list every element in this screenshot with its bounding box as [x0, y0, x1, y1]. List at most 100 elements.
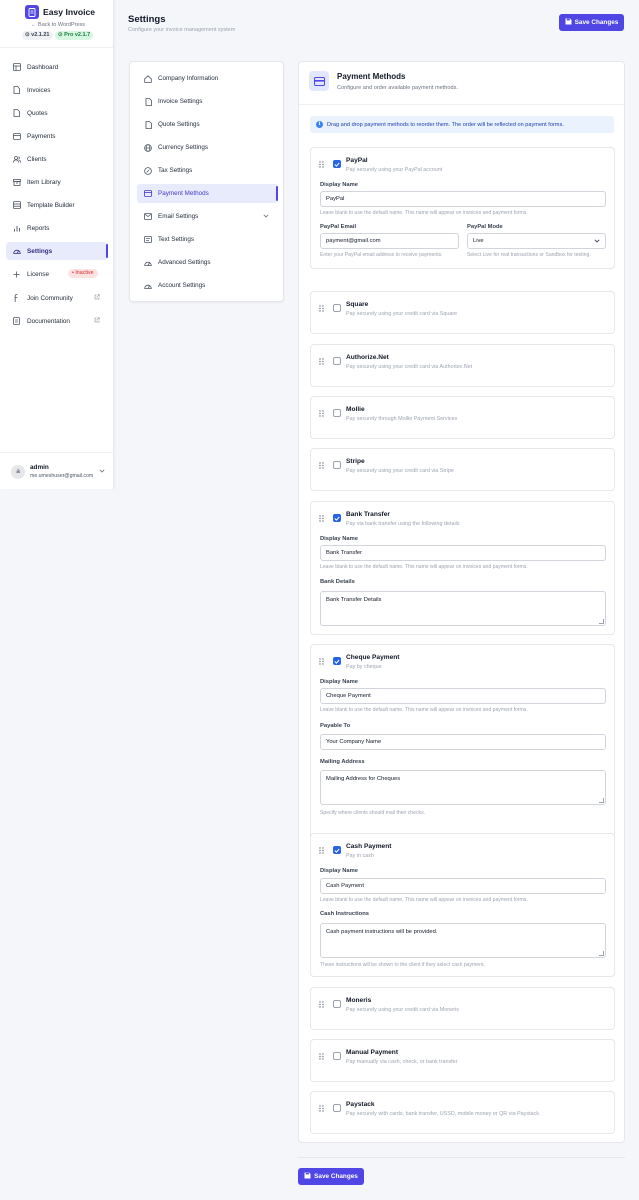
- paypal-email-input[interactable]: payment@gmail.com: [320, 233, 459, 249]
- enable-checkbox[interactable]: [333, 461, 341, 469]
- sidebar-item-label: Clients: [27, 155, 47, 163]
- user-menu[interactable]: a admin me.umeshuser@gmail.com: [0, 452, 114, 488]
- back-to-wordpress-link[interactable]: ← Back to WordPress: [31, 22, 85, 28]
- enable-checkbox[interactable]: [333, 409, 341, 417]
- enable-checkbox[interactable]: [333, 357, 341, 365]
- sidebar-item-dashboard[interactable]: Dashboard: [6, 58, 108, 76]
- sidebar-item-label: Join Community: [27, 294, 73, 302]
- drag-handle-icon[interactable]: [319, 161, 324, 170]
- payable-to-input[interactable]: Your Company Name: [320, 734, 606, 750]
- menu-item-payment-methods[interactable]: Payment Methods: [137, 184, 278, 203]
- sidebar-item-reports[interactable]: Reports: [6, 219, 108, 237]
- menu-item-quote-settings[interactable]: Quote Settings: [137, 115, 278, 134]
- enable-checkbox[interactable]: [333, 514, 341, 522]
- bank-details-textarea[interactable]: Bank Transfer Details: [320, 591, 606, 626]
- display-name-label: Display Name: [320, 182, 359, 188]
- pro-version-text: Pro v2.1.7: [64, 32, 91, 38]
- sidebar-item-settings[interactable]: Settings: [6, 242, 108, 260]
- save-changes-button[interactable]: Save Changes: [559, 14, 624, 31]
- dashboard-icon: [12, 63, 21, 72]
- cash-instructions-textarea[interactable]: Cash payment instructions will be provid…: [320, 923, 606, 958]
- menu-item-tax-settings[interactable]: Tax Settings: [137, 161, 278, 180]
- save-icon: [565, 18, 572, 27]
- menu-item-label: Advanced Settings: [158, 259, 211, 266]
- display-name-input[interactable]: Bank Transfer: [320, 545, 606, 561]
- menu-item-text-settings[interactable]: Text Settings: [137, 230, 278, 249]
- drag-handle-icon[interactable]: [319, 1105, 324, 1114]
- display-name-label: Display Name: [320, 536, 359, 542]
- sidebar-item-documentation[interactable]: Documentation: [6, 312, 108, 330]
- sidebar-item-clients[interactable]: Clients: [6, 150, 108, 168]
- drag-handle-icon[interactable]: [319, 1001, 324, 1010]
- bar-chart-icon: [12, 224, 21, 233]
- menu-item-email-settings[interactable]: Email Settings: [137, 207, 278, 226]
- enable-checkbox[interactable]: [333, 657, 341, 665]
- sidebar-item-join-community[interactable]: Join Community: [6, 289, 108, 307]
- enable-checkbox[interactable]: [333, 160, 341, 168]
- enable-checkbox[interactable]: [333, 304, 341, 312]
- menu-item-invoice-settings[interactable]: Invoice Settings: [137, 92, 278, 111]
- menu-item-company-information[interactable]: Company Information: [137, 69, 278, 88]
- payment-method-card-manual: Manual Payment Pay manually via cash, ch…: [310, 1039, 615, 1082]
- credit-card-icon: [309, 71, 329, 91]
- sidebar-item-item-library[interactable]: Item Library: [6, 173, 108, 191]
- sidebar-item-license[interactable]: License • Inactive: [6, 265, 108, 283]
- drag-handle-icon[interactable]: [319, 462, 324, 471]
- sidebar-item-label: Dashboard: [27, 63, 59, 71]
- menu-item-account-settings[interactable]: Account Settings: [137, 276, 278, 295]
- method-description: Pay securely using your credit card via …: [346, 364, 473, 370]
- method-name: PayPal: [346, 157, 368, 164]
- menu-item-label: Quote Settings: [158, 121, 200, 128]
- drag-handle-icon[interactable]: [319, 515, 324, 524]
- sidebar-item-payments[interactable]: Payments: [6, 127, 108, 145]
- page-title: Settings: [128, 14, 166, 25]
- drag-handle-icon[interactable]: [319, 1053, 324, 1062]
- drag-handle-icon[interactable]: [319, 358, 324, 367]
- menu-item-currency-settings[interactable]: Currency Settings: [137, 138, 278, 157]
- drag-handle-icon[interactable]: [319, 305, 324, 314]
- sidebar-item-quotes[interactable]: Quotes: [6, 104, 108, 122]
- external-link-icon: [94, 294, 100, 302]
- drag-handle-icon[interactable]: [319, 410, 324, 419]
- avatar: a: [11, 465, 25, 479]
- gauge-icon: [144, 282, 152, 290]
- method-name: Square: [346, 301, 369, 308]
- users-icon: [12, 155, 21, 164]
- settings-menu: Company Information Invoice Settings Quo…: [129, 61, 284, 302]
- payment-method-card-cash: Cash Payment Pay in cash Display Name Ca…: [310, 833, 615, 977]
- sidebar-item-template-builder[interactable]: Template Builder: [6, 196, 108, 214]
- drag-handle-icon[interactable]: [319, 658, 324, 667]
- enable-checkbox[interactable]: [333, 1000, 341, 1008]
- display-name-input[interactable]: Cash Payment: [320, 878, 606, 894]
- display-name-help: Leave blank to use the default name. Thi…: [320, 210, 528, 216]
- drag-handle-icon[interactable]: [319, 847, 324, 856]
- panel-subtitle: Configure and order available payment me…: [337, 85, 458, 91]
- enable-checkbox[interactable]: [333, 1052, 341, 1060]
- paypal-mode-select[interactable]: Live: [467, 233, 606, 249]
- menu-item-label: Company Information: [158, 75, 219, 82]
- display-name-input[interactable]: PayPal: [320, 191, 606, 207]
- sidebar-item-invoices[interactable]: Invoices: [6, 81, 108, 99]
- invoice-logo-icon: [25, 5, 39, 19]
- version-text: v2.1.21: [31, 32, 50, 38]
- enable-checkbox[interactable]: [333, 846, 341, 854]
- info-icon: i: [316, 121, 323, 128]
- paypal-email-label: PayPal Email: [320, 224, 357, 230]
- pro-version-badge: ⊙ Pro v2.1.7: [55, 31, 94, 40]
- enable-checkbox[interactable]: [333, 1104, 341, 1112]
- save-changes-button-bottom[interactable]: Save Changes: [298, 1168, 364, 1185]
- chevron-down-icon: [99, 468, 105, 475]
- mailing-address-textarea[interactable]: Mailing Address for Cheques: [320, 770, 606, 805]
- box-icon: [12, 178, 21, 187]
- display-name-input[interactable]: Cheque Payment: [320, 688, 606, 704]
- bank-details-label: Bank Details: [320, 579, 355, 585]
- menu-item-advanced-settings[interactable]: Advanced Settings: [137, 253, 278, 272]
- cash-instructions-help: These instructions will be shown to the …: [320, 962, 485, 968]
- sidebar-item-label: Payments: [27, 132, 56, 140]
- sidebar-item-label: Quotes: [27, 109, 48, 117]
- save-changes-label: Save Changes: [314, 1173, 358, 1180]
- payable-to-label: Payable To: [320, 723, 351, 729]
- mailing-address-label: Mailing Address: [320, 759, 365, 765]
- file-icon: [144, 97, 152, 106]
- panel-divider: [299, 104, 624, 105]
